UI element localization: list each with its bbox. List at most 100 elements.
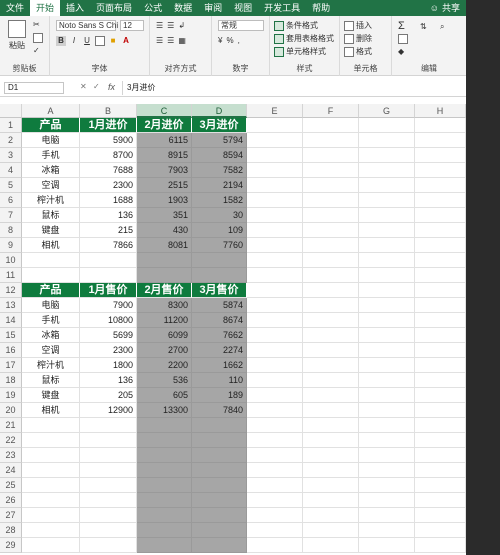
row-header[interactable]: 8 — [0, 223, 22, 238]
cell-c1[interactable]: 2月进价 — [137, 118, 192, 133]
cell-g25[interactable] — [359, 478, 415, 493]
cell-e7[interactable] — [247, 208, 303, 223]
cell-d3[interactable]: 8594 — [192, 148, 247, 163]
cell-g13[interactable] — [359, 298, 415, 313]
row-header[interactable]: 16 — [0, 343, 22, 358]
cell-f18[interactable] — [303, 373, 359, 388]
cell-h22[interactable] — [415, 433, 466, 448]
cell-e16[interactable] — [247, 343, 303, 358]
cell-e29[interactable] — [247, 538, 303, 553]
cell-d26[interactable] — [192, 493, 247, 508]
cell-h6[interactable] — [415, 193, 466, 208]
cell-f14[interactable] — [303, 313, 359, 328]
cell-a4[interactable]: 冰箱 — [22, 163, 80, 178]
cell-e4[interactable] — [247, 163, 303, 178]
cell-a3[interactable]: 手机 — [22, 148, 80, 163]
cell-a7[interactable]: 鼠标 — [22, 208, 80, 223]
cell-h1[interactable] — [415, 118, 466, 133]
cell-d12[interactable]: 3月售价 — [192, 283, 247, 298]
cell-g10[interactable] — [359, 253, 415, 268]
row-header[interactable]: 5 — [0, 178, 22, 193]
insert-function-icon[interactable]: fx — [108, 82, 115, 92]
cell-a29[interactable] — [22, 538, 80, 553]
cell-b29[interactable] — [80, 538, 137, 553]
cell-a25[interactable] — [22, 478, 80, 493]
column-header-e[interactable]: E — [247, 104, 303, 118]
cell-f28[interactable] — [303, 523, 359, 538]
underline-icon[interactable]: U — [82, 36, 92, 46]
cell-e24[interactable] — [247, 463, 303, 478]
cell-c22[interactable] — [137, 433, 192, 448]
cell-e23[interactable] — [247, 448, 303, 463]
cell-d15[interactable]: 7662 — [192, 328, 247, 343]
row-header[interactable]: 29 — [0, 538, 22, 553]
cell-h14[interactable] — [415, 313, 466, 328]
row-header[interactable]: 14 — [0, 313, 22, 328]
cell-b21[interactable] — [80, 418, 137, 433]
cell-b5[interactable]: 2300 — [80, 178, 137, 193]
cell-e26[interactable] — [247, 493, 303, 508]
cell-c29[interactable] — [137, 538, 192, 553]
cell-e17[interactable] — [247, 358, 303, 373]
cell-d17[interactable]: 1662 — [192, 358, 247, 373]
clear-button[interactable]: ◆ — [398, 47, 404, 56]
cell-b16[interactable]: 2300 — [80, 343, 137, 358]
row-header[interactable]: 26 — [0, 493, 22, 508]
cell-a16[interactable]: 空调 — [22, 343, 80, 358]
cell-g5[interactable] — [359, 178, 415, 193]
font-color-icon[interactable]: A — [121, 36, 131, 46]
cell-b1[interactable]: 1月进价 — [80, 118, 137, 133]
cell-b19[interactable]: 205 — [80, 388, 137, 403]
cell-d6[interactable]: 1582 — [192, 193, 247, 208]
row-header[interactable]: 7 — [0, 208, 22, 223]
row-header[interactable]: 10 — [0, 253, 22, 268]
copy-button[interactable] — [33, 33, 43, 43]
cell-c12[interactable]: 2月售价 — [137, 283, 192, 298]
format-cells-button[interactable]: 格式 — [344, 46, 372, 57]
cell-g14[interactable] — [359, 313, 415, 328]
cell-c28[interactable] — [137, 523, 192, 538]
cell-d8[interactable]: 109 — [192, 223, 247, 238]
row-header[interactable]: 6 — [0, 193, 22, 208]
cell-e25[interactable] — [247, 478, 303, 493]
cell-a15[interactable]: 冰箱 — [22, 328, 80, 343]
cell-d18[interactable]: 110 — [192, 373, 247, 388]
percent-icon[interactable]: % — [226, 36, 233, 45]
cell-b8[interactable]: 215 — [80, 223, 137, 238]
cell-c6[interactable]: 1903 — [137, 193, 192, 208]
cell-a24[interactable] — [22, 463, 80, 478]
cell-d22[interactable] — [192, 433, 247, 448]
fill-color-icon[interactable]: ■ — [108, 36, 118, 46]
tab-review[interactable]: 审阅 — [198, 0, 228, 16]
cell-h13[interactable] — [415, 298, 466, 313]
cell-a18[interactable]: 鼠标 — [22, 373, 80, 388]
row-header[interactable]: 19 — [0, 388, 22, 403]
cell-b15[interactable]: 5699 — [80, 328, 137, 343]
cell-g4[interactable] — [359, 163, 415, 178]
cell-g26[interactable] — [359, 493, 415, 508]
cell-h19[interactable] — [415, 388, 466, 403]
cell-c20[interactable]: 13300 — [137, 403, 192, 418]
cell-c16[interactable]: 2700 — [137, 343, 192, 358]
cell-e3[interactable] — [247, 148, 303, 163]
align-top-icon[interactable]: ☰ — [156, 21, 163, 30]
cell-h28[interactable] — [415, 523, 466, 538]
align-middle-icon[interactable]: ☰ — [167, 21, 174, 30]
cell-c24[interactable] — [137, 463, 192, 478]
enter-icon[interactable]: ✓ — [93, 82, 100, 91]
cell-g20[interactable] — [359, 403, 415, 418]
cell-f3[interactable] — [303, 148, 359, 163]
cell-h15[interactable] — [415, 328, 466, 343]
cell-d10[interactable] — [192, 253, 247, 268]
cell-b3[interactable]: 8700 — [80, 148, 137, 163]
name-box[interactable]: D1 — [4, 82, 64, 94]
cell-f22[interactable] — [303, 433, 359, 448]
row-header[interactable]: 11 — [0, 268, 22, 283]
cell-b14[interactable]: 10800 — [80, 313, 137, 328]
currency-icon[interactable]: ¥ — [218, 36, 222, 45]
cell-a5[interactable]: 空调 — [22, 178, 80, 193]
cell-f10[interactable] — [303, 253, 359, 268]
row-header[interactable]: 22 — [0, 433, 22, 448]
row-header[interactable]: 1 — [0, 118, 22, 133]
cell-a13[interactable]: 电脑 — [22, 298, 80, 313]
